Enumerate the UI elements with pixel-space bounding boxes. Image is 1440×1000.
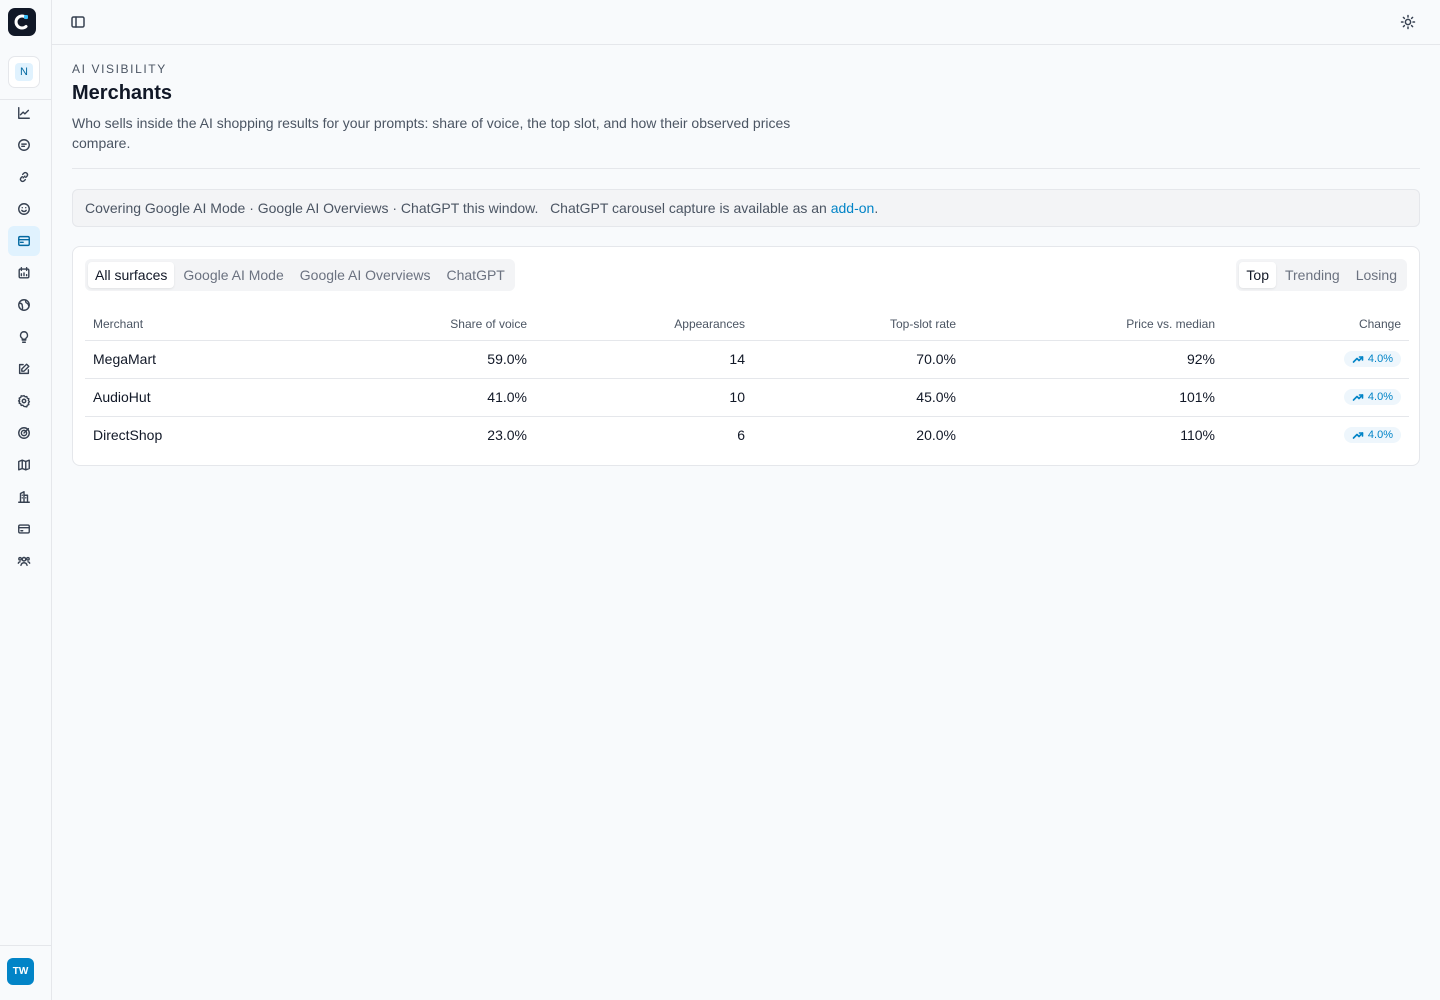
tab-trending[interactable]: Trending: [1278, 262, 1347, 288]
sun-icon: [1400, 14, 1416, 30]
user-avatar[interactable]: TW: [7, 958, 34, 985]
surface-filter: All surfaces Google AI Mode Google AI Ov…: [85, 259, 515, 291]
app-logo[interactable]: [8, 8, 36, 36]
sidebar-nav: [8, 98, 40, 578]
top-slot-rate-cell: 45.0%: [753, 378, 964, 417]
page-subtitle: Who sells inside the AI shopping results…: [72, 115, 791, 151]
sidebar: N TW: [0, 0, 52, 1000]
edit-icon: [18, 363, 30, 375]
change-value: 4.0%: [1367, 428, 1393, 441]
lightbulb-icon: [19, 331, 29, 343]
column-header-change[interactable]: Change: [1223, 309, 1409, 341]
change-badge: 4.0%: [1343, 350, 1401, 367]
trending-up-icon: [1352, 355, 1364, 363]
column-header-price-vs-median[interactable]: Price vs. median: [964, 309, 1223, 341]
trending-up-icon: [1352, 393, 1364, 401]
merchants-table: Merchant Share of voice Appearances Top-…: [85, 309, 1409, 454]
top-bar: [52, 0, 1440, 45]
add-on-link[interactable]: add-on: [831, 200, 875, 216]
change-badge: 4.0%: [1343, 426, 1401, 443]
trending-up-icon: [1352, 431, 1364, 439]
header-divider: [72, 168, 1420, 169]
merchant-name: AudioHut: [85, 378, 385, 417]
tab-all-surfaces[interactable]: All surfaces: [88, 262, 175, 288]
price-vs-median-cell: 101%: [964, 378, 1223, 417]
page-title: Merchants: [72, 82, 173, 104]
map-icon: [18, 459, 30, 471]
logo-icon: [14, 14, 28, 30]
sidebar-item-regions[interactable]: [8, 290, 40, 320]
tab-google-ai-overviews[interactable]: Google AI Overviews: [293, 262, 438, 288]
price-vs-median-cell: 110%: [1180, 427, 1215, 444]
merchant-name: DirectShop: [93, 427, 163, 444]
top-slot-rate-cell: 20.0%: [916, 427, 956, 444]
smile-icon: [18, 203, 30, 215]
sidebar-item-overview[interactable]: [8, 98, 40, 128]
change-cell: 4.0%: [1223, 416, 1409, 454]
column-header-appearances[interactable]: Appearances: [535, 309, 753, 341]
price-vs-median-cell: 92%: [964, 340, 1223, 379]
sidebar-item-team[interactable]: [8, 546, 40, 576]
sidebar-item-map[interactable]: [8, 450, 40, 480]
chat-bubble-icon: [18, 139, 30, 151]
change-value: 4.0%: [1367, 390, 1393, 403]
panel-left-icon: [71, 16, 85, 28]
change-badge: 4.0%: [1343, 388, 1401, 405]
appearances-cell: 6: [737, 427, 745, 444]
sidebar-item-settings[interactable]: [8, 386, 40, 416]
sidebar-toggle-button[interactable]: [70, 14, 86, 30]
calendar-icon: [18, 267, 30, 279]
notice-text: Covering Google AI Mode · Google AI Over…: [85, 200, 831, 216]
table-row[interactable]: AudioHut 41.0% 10 45.0% 101% 4.0%: [85, 378, 1409, 417]
table-row[interactable]: DirectShop 23.0% 6 20.0% 110% 4.0%: [85, 416, 1409, 454]
credit-card-icon: [18, 524, 30, 534]
store-icon: [18, 235, 30, 247]
gear-icon: [17, 394, 31, 408]
chart-line-icon: [18, 107, 30, 119]
sidebar-item-content[interactable]: [8, 354, 40, 384]
sidebar-item-billing[interactable]: [8, 514, 40, 544]
sort-filter: Top Trending Losing: [1236, 259, 1407, 291]
sidebar-item-sentiment[interactable]: [8, 194, 40, 224]
top-slot-rate-cell: 70.0%: [753, 340, 964, 379]
notice-suffix: .: [874, 200, 879, 216]
sidebar-item-merchants[interactable]: [8, 226, 40, 256]
users-icon: [17, 556, 31, 567]
sidebar-item-insights[interactable]: [8, 322, 40, 352]
workspace-switcher[interactable]: N: [8, 56, 40, 88]
sidebar-item-organization[interactable]: [8, 482, 40, 512]
tab-google-ai-mode[interactable]: Google AI Mode: [176, 262, 290, 288]
page-eyebrow: AI VISIBILITY: [72, 62, 167, 76]
table-row[interactable]: MegaMart 59.0% 14 70.0% 92% 4.0%: [85, 340, 1409, 379]
target-icon: [18, 427, 30, 439]
sidebar-item-citations[interactable]: [8, 162, 40, 192]
tab-chatgpt[interactable]: ChatGPT: [440, 262, 512, 288]
building-icon: [18, 491, 30, 503]
tab-losing[interactable]: Losing: [1349, 262, 1404, 288]
theme-toggle-button[interactable]: [1400, 14, 1416, 30]
globe-icon: [18, 299, 30, 311]
sidebar-item-goals[interactable]: [8, 418, 40, 448]
appearances-cell: 10: [535, 378, 753, 417]
change-cell: 4.0%: [1223, 340, 1409, 379]
column-header-share-of-voice[interactable]: Share of voice: [385, 309, 535, 341]
column-header-merchant[interactable]: Merchant: [85, 309, 385, 341]
share-of-voice-cell: 59.0%: [385, 340, 535, 379]
merchant-name: MegaMart: [85, 340, 385, 379]
table-header-row: Merchant Share of voice Appearances Top-…: [85, 309, 1409, 341]
appearances-cell: 14: [535, 340, 753, 379]
link-icon: [19, 171, 29, 183]
share-of-voice-cell: 23.0%: [487, 427, 527, 444]
tab-top[interactable]: Top: [1239, 262, 1276, 288]
coverage-notice: Covering Google AI Mode · Google AI Over…: [72, 189, 1420, 227]
column-header-top-slot-rate[interactable]: Top-slot rate: [753, 309, 964, 341]
sidebar-item-prompts[interactable]: [8, 130, 40, 160]
sidebar-bottom-divider: [0, 945, 51, 946]
change-cell: 4.0%: [1223, 378, 1409, 417]
merchants-card: All surfaces Google AI Mode Google AI Ov…: [72, 246, 1420, 466]
share-of-voice-cell: 41.0%: [385, 378, 535, 417]
change-value: 4.0%: [1367, 352, 1393, 365]
workspace-initial: N: [15, 63, 33, 81]
sidebar-item-schedule[interactable]: [8, 258, 40, 288]
